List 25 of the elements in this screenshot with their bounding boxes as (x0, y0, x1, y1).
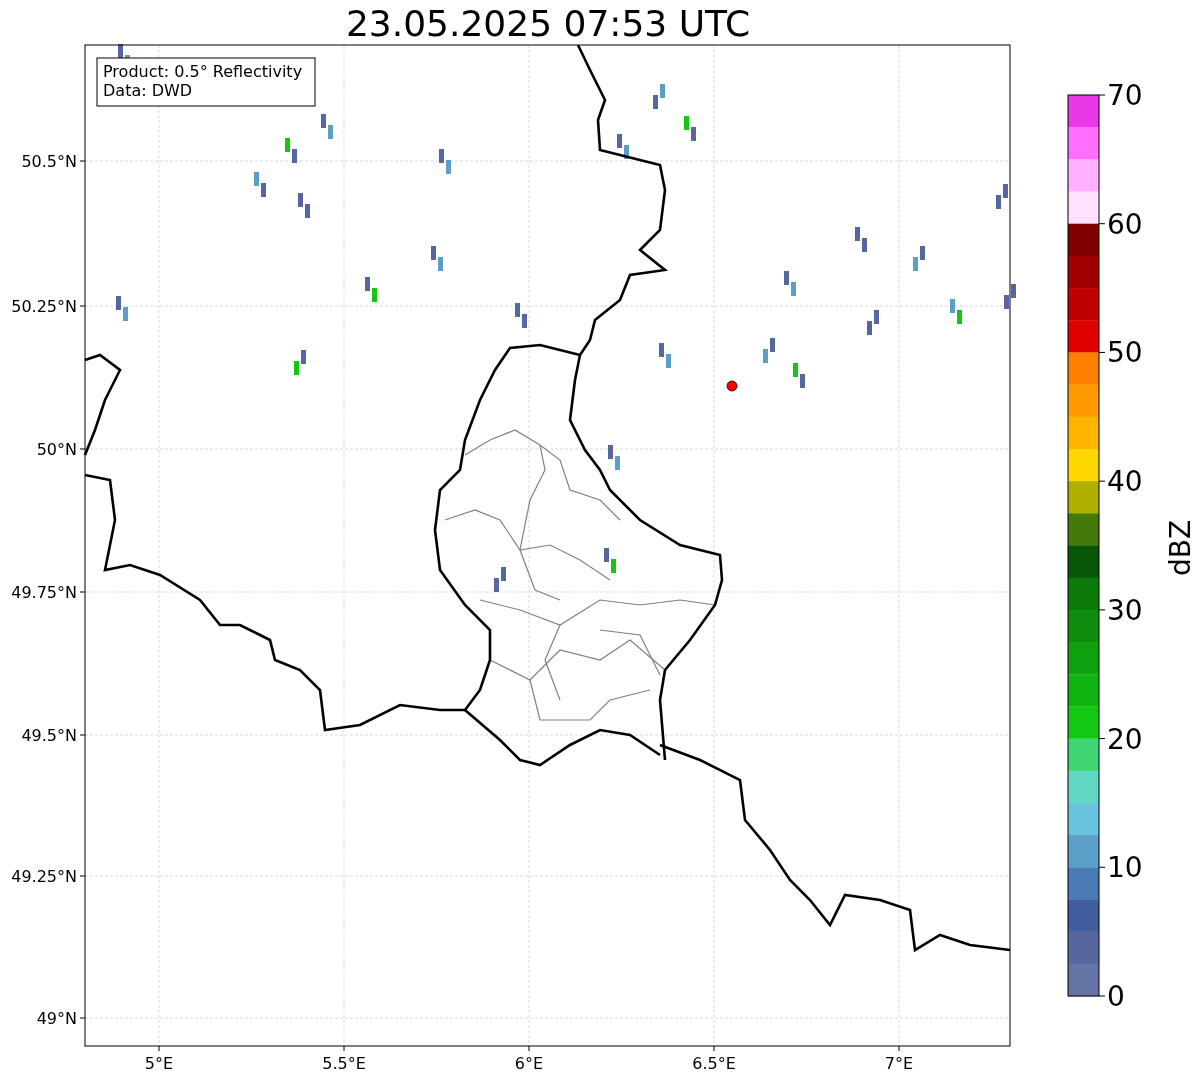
latitude-label: 50.25°N (11, 297, 77, 316)
colorbar-tick-label: 20 (1107, 722, 1143, 756)
latitude-label: 50°N (36, 440, 77, 459)
latitude-label: 49°N (36, 1009, 77, 1028)
longitude-label: 7°E (884, 1054, 914, 1073)
radar-site-marker (726, 380, 738, 392)
longitude-label: 6°E (514, 1054, 544, 1073)
colorbar-tick-label: 70 (1107, 79, 1143, 112)
latitude-label: 49.75°N (11, 583, 77, 602)
longitude-label: 6.5°E (692, 1054, 736, 1073)
latitude-label: 49.5°N (21, 726, 77, 745)
longitude-label: 5°E (144, 1054, 174, 1073)
info-text: Product: 0.5° Reflectivity (103, 62, 303, 81)
colorbar-tick-label: 60 (1107, 207, 1143, 241)
colorbar-tick-label: 40 (1107, 465, 1143, 499)
chart-title: 23.05.2025 07:53 UTC (345, 3, 751, 44)
info-text: Data: DWD (103, 81, 193, 100)
latitude-label: 50.5°N (21, 152, 77, 171)
colorbar-label: dBZ (1164, 519, 1197, 577)
colorbar-tick-label: 30 (1107, 593, 1143, 627)
colorbar-tick-label: 10 (1107, 851, 1143, 885)
longitude-label: 5.5°E (322, 1054, 366, 1073)
colorbar-tick-label: 0 (1107, 980, 1125, 1013)
colorbar-tick-label: 50 (1107, 336, 1143, 370)
latitude-label: 49.25°N (11, 867, 77, 886)
